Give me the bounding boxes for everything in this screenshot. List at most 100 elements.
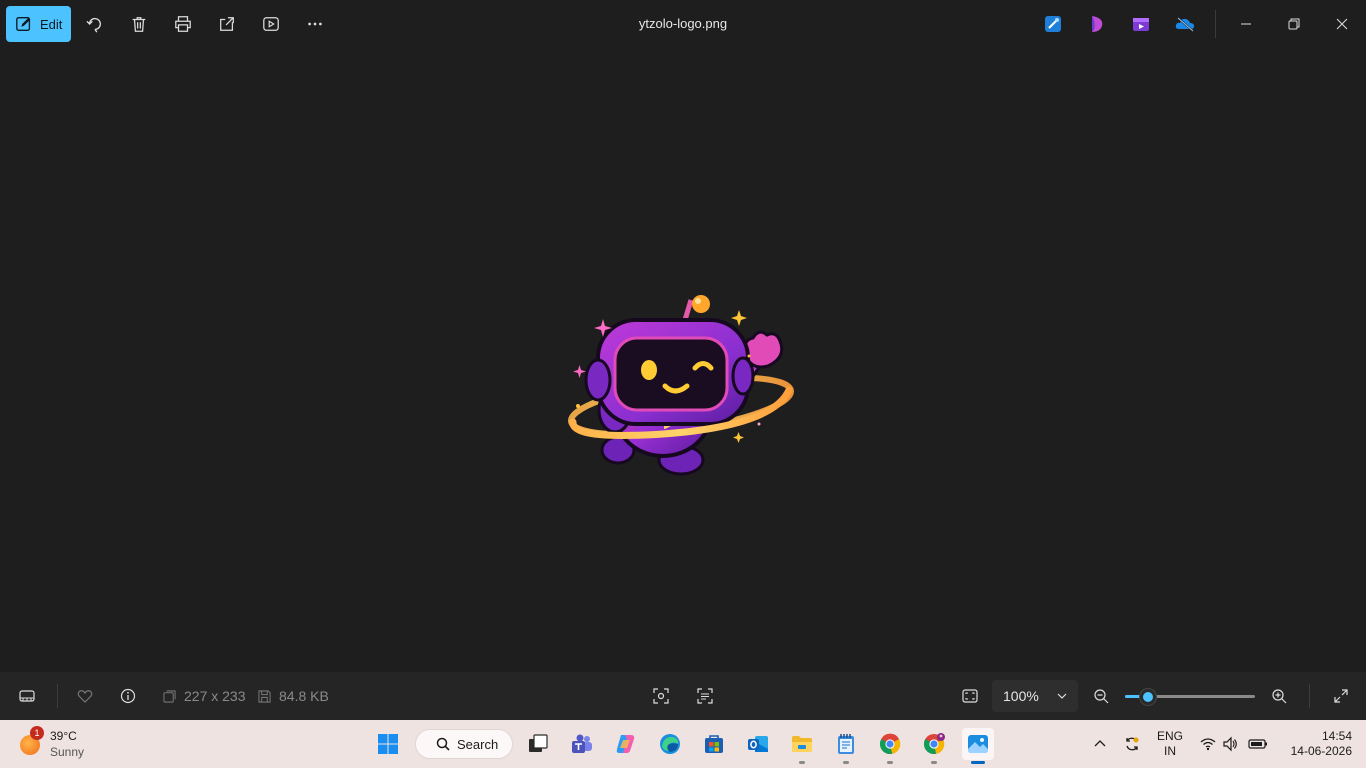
taskbar-search[interactable]: Search (415, 729, 513, 759)
zoom-dropdown[interactable]: 100% (992, 680, 1078, 712)
minimize-button[interactable] (1234, 12, 1258, 36)
top-toolbar: Edit ytzolo-logo.png (0, 0, 1366, 48)
running-indicator (887, 761, 893, 764)
print-button[interactable] (171, 12, 195, 36)
designer-button[interactable] (1043, 14, 1063, 34)
image-canvas[interactable] (0, 48, 1366, 672)
share-button[interactable] (215, 12, 239, 36)
battery-tray-button[interactable] (1248, 733, 1268, 755)
filmstrip-icon (19, 690, 35, 702)
slideshow-button[interactable] (259, 12, 283, 36)
delete-icon (132, 17, 146, 32)
wifi-tray-button[interactable] (1198, 733, 1218, 755)
zoom-out-icon (1094, 689, 1109, 704)
favorite-button[interactable] (74, 685, 96, 707)
chevron-down-icon (1057, 693, 1067, 699)
file-size-value: 84.8 KB (279, 688, 329, 704)
print-icon (175, 16, 191, 32)
toolbar-separator (1215, 10, 1216, 38)
outlook-button[interactable] (742, 728, 774, 760)
taskbar-clock[interactable]: 14:54 14-06-2026 (1280, 729, 1352, 759)
fullscreen-button[interactable] (1330, 685, 1352, 707)
edge-icon (660, 734, 680, 754)
language-primary: ENG (1156, 729, 1183, 743)
bottom-status-bar: 227 x 233 84.8 KB 100% (0, 672, 1366, 720)
designer-icon (1045, 16, 1061, 32)
zoom-slider-thumb[interactable] (1140, 689, 1157, 705)
photos-button[interactable] (962, 728, 994, 764)
input-language-indicator[interactable]: ENG IN (1155, 729, 1185, 759)
notepad-icon (838, 734, 854, 754)
slideshow-icon (263, 17, 279, 31)
robot-logo-image (568, 295, 794, 476)
clipchamp-button[interactable] (1087, 14, 1107, 34)
start-button[interactable] (372, 728, 404, 760)
fit-window-icon (962, 689, 978, 703)
edit-button[interactable]: Edit (6, 6, 71, 42)
file-info-button[interactable] (117, 685, 139, 707)
clock-time: 14:54 (1321, 729, 1352, 743)
edge-button[interactable] (654, 728, 686, 760)
task-view-button[interactable] (522, 728, 554, 760)
copilot-button[interactable] (610, 728, 642, 760)
weather-temperature: 39°C (50, 729, 77, 743)
fit-to-window-button[interactable] (959, 685, 981, 707)
zoom-out-button[interactable] (1090, 685, 1112, 707)
sync-icon (1126, 737, 1139, 751)
teams-icon (572, 734, 592, 753)
more-icon (308, 22, 322, 26)
store-icon (705, 735, 723, 753)
filmstrip-button[interactable] (16, 685, 38, 707)
visual-search-icon (653, 688, 669, 704)
status-separator (1309, 684, 1310, 708)
sync-tray-button[interactable] (1122, 733, 1142, 755)
info-icon (120, 688, 136, 704)
rotate-button[interactable] (83, 12, 107, 36)
restore-icon (1288, 18, 1300, 30)
folder-icon (792, 736, 812, 752)
text-scan-icon (697, 688, 713, 704)
zoom-slider[interactable] (1125, 689, 1255, 705)
text-scan-button[interactable] (694, 685, 716, 707)
video-editor-icon (1133, 18, 1149, 31)
delete-button[interactable] (127, 12, 151, 36)
running-indicator (931, 761, 937, 764)
file-explorer-button[interactable] (786, 728, 818, 764)
volume-tray-button[interactable] (1220, 733, 1240, 755)
more-button[interactable] (303, 12, 327, 36)
clock-date: 14-06-2026 (1290, 744, 1352, 758)
video-editor-button[interactable] (1131, 14, 1151, 34)
windows-taskbar: 1 39°C Sunny Search ENG IN 14:54 14-06-2… (0, 720, 1366, 768)
zoom-in-icon (1272, 689, 1287, 704)
chrome-icon (879, 733, 901, 755)
status-separator (57, 684, 58, 708)
photos-icon (968, 735, 988, 753)
show-hidden-icons-button[interactable] (1090, 733, 1110, 755)
weather-condition: Sunny (50, 745, 85, 759)
chrome-profile-icon (923, 733, 945, 755)
zoom-value: 100% (1003, 688, 1039, 704)
file-size: 84.8 KB (258, 688, 329, 704)
minimize-icon (1241, 23, 1251, 25)
visual-search-button[interactable] (650, 685, 672, 707)
windows-logo-icon (378, 734, 398, 754)
dimensions-value: 227 x 233 (184, 688, 246, 704)
close-button[interactable] (1330, 12, 1354, 36)
notepad-button[interactable] (830, 728, 862, 764)
speaker-icon (1223, 736, 1237, 752)
resize-icon (163, 689, 176, 703)
chrome-profile-button[interactable] (918, 728, 950, 764)
search-label: Search (457, 736, 499, 752)
outlook-icon (748, 736, 768, 752)
onedrive-button[interactable] (1175, 14, 1195, 34)
store-button[interactable] (698, 728, 730, 760)
weather-widget[interactable]: 1 39°C Sunny (14, 726, 124, 762)
language-secondary: IN (1164, 744, 1176, 758)
chrome-button[interactable] (874, 728, 906, 764)
expand-icon (1334, 689, 1348, 703)
restore-button[interactable] (1282, 12, 1306, 36)
edit-label: Edit (40, 16, 63, 32)
image-dimensions: 227 x 233 (163, 688, 246, 704)
teams-button[interactable] (566, 728, 598, 760)
zoom-in-button[interactable] (1268, 685, 1290, 707)
